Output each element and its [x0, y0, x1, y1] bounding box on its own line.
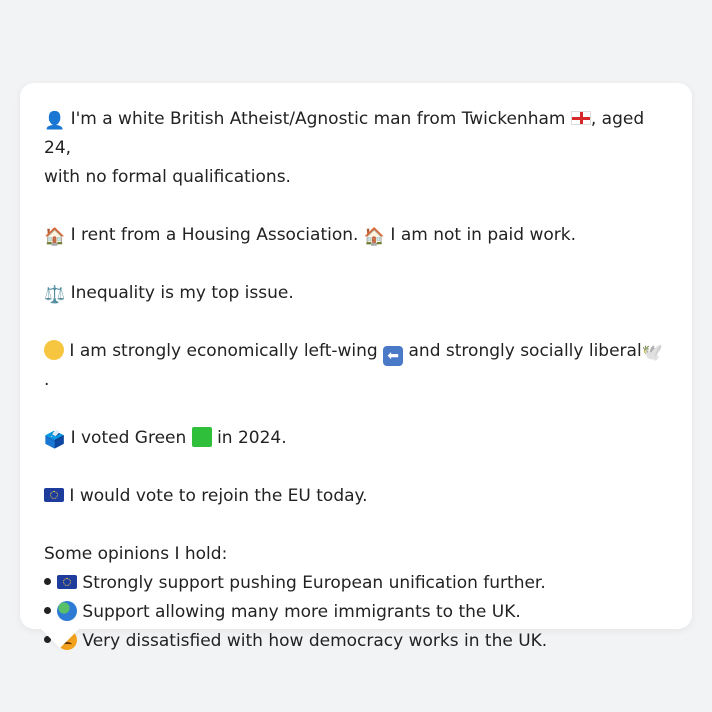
ideology-end-text: . — [44, 370, 50, 390]
left-arrow-icon: ⬅ — [383, 346, 404, 366]
person-icon: 👤 — [44, 111, 66, 131]
issue-paragraph: ⚖️ Inequality is my top issue. — [44, 279, 668, 308]
england-flag-icon — [570, 111, 591, 125]
house-icon: 🏠 — [44, 227, 66, 247]
opinion-item: Support allowing many more immigrants to… — [44, 598, 668, 627]
housing-text: I rent from a Housing Association. — [70, 225, 359, 245]
dove-icon: 🕊️ — [641, 343, 663, 363]
house-icon: 🏠 — [363, 227, 385, 247]
opinion-item: Strongly support pushing European unific… — [44, 569, 668, 598]
ideology-economic-text: I am strongly economically left-wing — [69, 341, 378, 361]
identity-text: I'm a white British Atheist/Agnostic man… — [70, 109, 566, 129]
scales-icon: ⚖️ — [44, 285, 66, 305]
qualifications-text: with no formal qualifications. — [44, 167, 291, 187]
identity-paragraph: 👤 I'm a white British Atheist/Agnostic m… — [44, 105, 668, 192]
opinion-text: Support allowing many more immigrants to… — [82, 602, 521, 622]
chat-bubble-tail — [40, 628, 80, 648]
thinking-face-icon — [44, 340, 64, 360]
vote-year-text: in 2024. — [217, 428, 287, 448]
housing-paragraph: 🏠 I rent from a Housing Association. 🏠 I… — [44, 221, 668, 250]
eu-text: I would vote to rejoin the EU today. — [69, 486, 368, 506]
vote-text: I voted Green — [70, 428, 187, 448]
opinion-text: Strongly support pushing European unific… — [82, 573, 546, 593]
vote-paragraph: 🗳️ I voted Green in 2024. — [44, 424, 668, 453]
chat-bubble: 👤 I'm a white British Atheist/Agnostic m… — [20, 83, 692, 651]
employment-text: I am not in paid work. — [390, 225, 577, 245]
green-square-icon — [191, 427, 212, 447]
eu-flag-icon — [57, 575, 77, 589]
ideology-paragraph: I am strongly economically left-wing ⬅ a… — [44, 337, 668, 395]
ideology-social-text: and strongly socially liberal — [408, 341, 642, 361]
globe-icon — [57, 601, 77, 621]
opinion-item: Very dissatisfied with how democracy wor… — [44, 627, 668, 656]
bullet-icon — [44, 607, 51, 614]
eu-paragraph: I would vote to rejoin the EU today. — [44, 482, 668, 511]
bullet-icon — [44, 578, 51, 585]
ballot-box-icon: 🗳️ — [44, 430, 66, 450]
issue-text: Inequality is my top issue. — [70, 283, 294, 303]
opinions-heading: Some opinions I hold: — [44, 544, 228, 564]
eu-flag-icon — [44, 488, 64, 502]
opinion-text: Very dissatisfied with how democracy wor… — [82, 631, 548, 651]
